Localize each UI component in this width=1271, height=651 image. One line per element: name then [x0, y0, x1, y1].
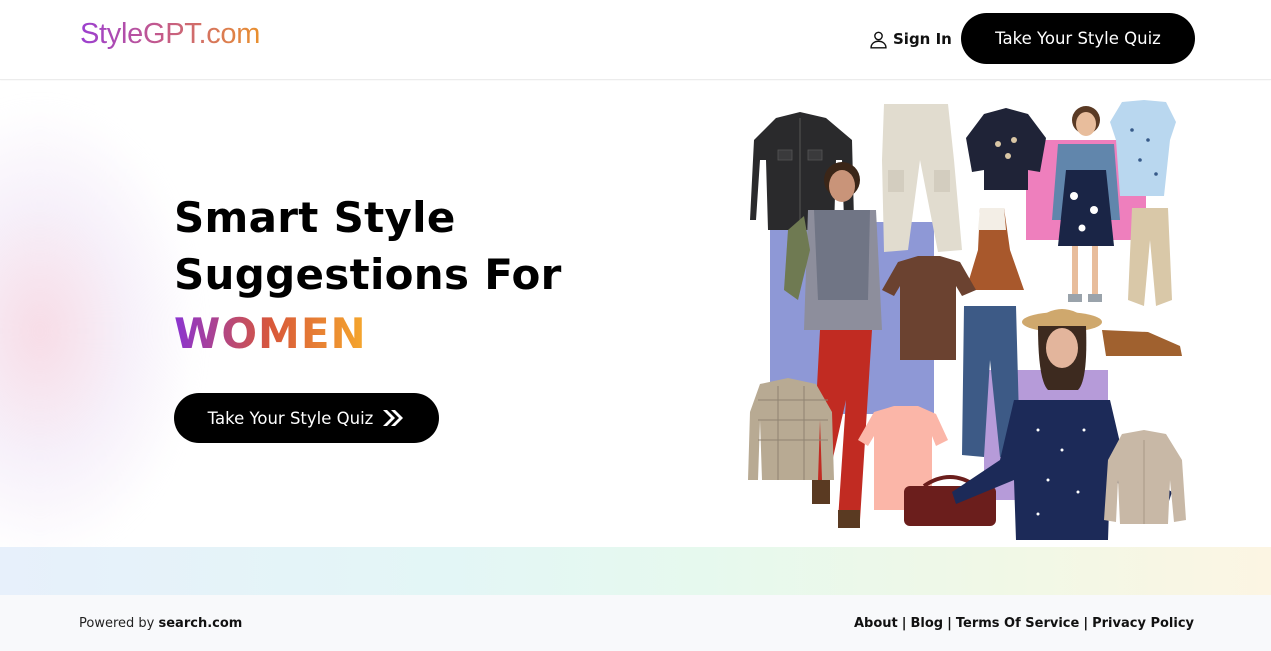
footer-links: About | Blog | Terms Of Service | Privac…	[854, 616, 1194, 631]
site-header: StyleGPT.com Sign In Take Your Style Qui…	[0, 0, 1271, 80]
footer-link-terms[interactable]: Terms Of Service	[956, 616, 1079, 631]
quiz-button-label: Take Your Style Quiz	[207, 408, 374, 428]
hero-section: Smart Style Suggestions For WOMEN Take Y…	[0, 81, 1271, 547]
pastel-gradient-strip	[0, 547, 1271, 595]
powered-by-prefix: Powered by	[79, 616, 155, 631]
khaki-joggers	[1128, 208, 1172, 306]
take-style-quiz-header-button[interactable]: Take Your Style Quiz	[961, 13, 1195, 64]
footer-separator: |	[901, 616, 907, 631]
powered-by: Powered by search.com	[79, 616, 242, 631]
fashion-collage-image	[748, 100, 1186, 540]
take-style-quiz-hero-button[interactable]: Take Your Style Quiz	[174, 393, 439, 443]
footer-separator: |	[1083, 616, 1089, 631]
footer-link-privacy[interactable]: Privacy Policy	[1092, 616, 1194, 631]
footer-separator: |	[947, 616, 952, 631]
loafers	[1102, 330, 1182, 356]
pinafore-dress	[966, 208, 1024, 290]
hero-headline: Smart Style Suggestions For	[174, 189, 614, 303]
fashion-collage	[748, 100, 1188, 540]
hero-background-glow	[0, 101, 200, 547]
user-icon	[870, 31, 887, 49]
sign-in-link[interactable]: Sign In	[868, 27, 952, 51]
footer-link-blog[interactable]: Blog	[911, 616, 944, 631]
headline-line-1: Smart Style	[174, 193, 456, 242]
sign-in-label: Sign In	[893, 30, 952, 48]
footer-link-about[interactable]: About	[854, 616, 898, 631]
girl-model	[1052, 106, 1120, 302]
site-logo[interactable]: StyleGPT.com	[80, 18, 260, 51]
powered-by-brand-link[interactable]: search.com	[159, 616, 243, 631]
headline-line-2: Suggestions For	[174, 250, 562, 299]
double-chevron-right-icon	[383, 410, 404, 426]
site-footer: Powered by search.com About | Blog | Ter…	[0, 595, 1271, 651]
hero-highlight-word: WOMEN	[174, 309, 367, 358]
kids-blouse	[1110, 100, 1176, 196]
